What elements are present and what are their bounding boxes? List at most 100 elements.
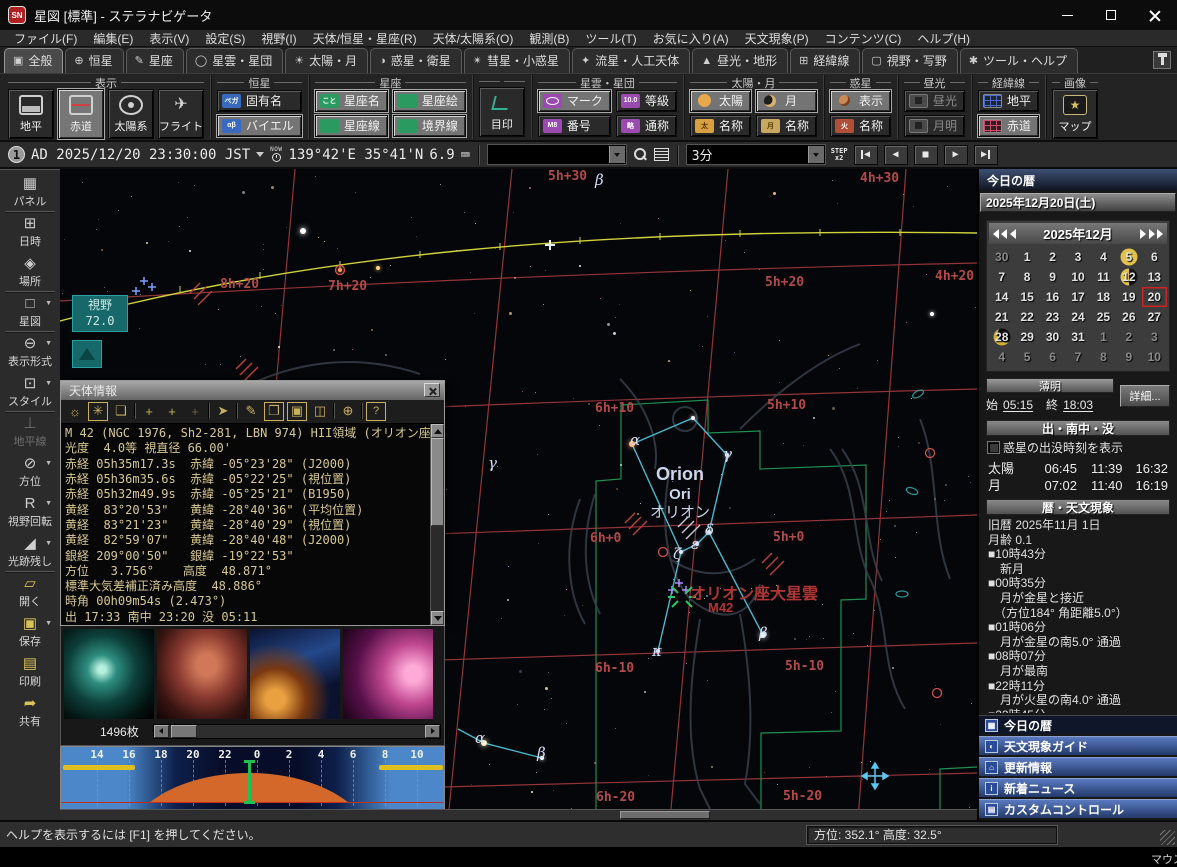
calendar-day[interactable]: 4 (1091, 247, 1116, 267)
tab-stars[interactable]: ⊕恒星 (65, 48, 123, 73)
sidebar-item-share[interactable]: ➦共有 (0, 692, 60, 732)
calendar-day[interactable]: 26 (1116, 307, 1141, 327)
equatorial-view-button[interactable]: 赤道 (58, 89, 104, 139)
calendar-day[interactable]: 30 (989, 247, 1014, 267)
calendar-day[interactable]: 7 (989, 267, 1014, 287)
tab-meteors-artificial[interactable]: ✦流星・人工天体 (572, 48, 690, 73)
sidebar-item-style[interactable]: ⊡▼スタイル (0, 372, 60, 412)
calendar-day[interactable]: 6 (1040, 347, 1065, 367)
multi-window-icon[interactable]: ❐ (264, 402, 284, 421)
calendar-day[interactable]: 30 (1040, 327, 1065, 347)
calendar-day[interactable]: 4 (989, 347, 1014, 367)
separator[interactable] (361, 403, 363, 419)
calendar-day[interactable]: 29 (1014, 327, 1039, 347)
nebula-common-name-button[interactable]: 略通称 (616, 115, 677, 137)
calendar-day[interactable]: 8 (1091, 347, 1116, 367)
info-window-titlebar[interactable]: 天体情報 (61, 381, 444, 400)
calendar-day[interactable]: 3 (1065, 247, 1090, 267)
calendar-day[interactable]: 22 (1014, 307, 1039, 327)
nebula-magnitude-button[interactable]: 10.0等級 (616, 90, 677, 112)
constellation-art-button[interactable]: 星座絵 (393, 90, 466, 112)
calendar-day[interactable]: 2 (1040, 247, 1065, 267)
calendar-day[interactable]: 18 (1091, 287, 1116, 307)
horizontal-grid-button[interactable]: 地平 (978, 90, 1039, 112)
checkbox[interactable] (988, 442, 999, 453)
nebula-thumbnail-2[interactable] (157, 629, 247, 719)
calendar-day[interactable]: 3 (1142, 327, 1167, 347)
calendar-day[interactable]: 13 (1142, 267, 1167, 287)
calendar-day[interactable]: 9 (1116, 347, 1141, 367)
telescope-slew-icon[interactable]: ➤ (213, 402, 233, 421)
time-step-dropdown-button[interactable] (808, 146, 824, 163)
proper-names-button[interactable]: ベガ固有名 (217, 90, 302, 112)
equatorial-grid-button[interactable]: 赤道 (978, 115, 1039, 137)
nebula-thumbnail-4[interactable] (343, 629, 433, 719)
scroll-thumb[interactable] (620, 811, 710, 819)
calendar-day[interactable]: 20 (1142, 287, 1167, 307)
sidebar-item-save[interactable]: ▣▼保存 (0, 612, 60, 652)
menu-item[interactable]: 天体/太陽系(O) (425, 30, 522, 47)
menu-item[interactable]: 天文現象(P) (737, 30, 817, 47)
coordinates-display[interactable]: 139°42'E 35°41'N (289, 147, 424, 163)
solar-system-view-button[interactable]: 太陽系 (108, 89, 154, 139)
star-map[interactable]: Orion Ori オリオン オリオン座大星雲 M42 視野72.0 天体情報 … (60, 169, 977, 820)
panel-tab-news[interactable]: i新着ニュース (979, 778, 1177, 797)
info-close-button[interactable] (424, 383, 440, 397)
search-input[interactable] (489, 147, 609, 162)
tab-planets-satellites[interactable]: ◑惑星・衛星 (370, 48, 462, 73)
calendar-day[interactable]: 9 (1040, 267, 1065, 287)
calendar-day[interactable]: 31 (1065, 327, 1090, 347)
now-button[interactable]: NOW (270, 147, 282, 162)
split-panel-icon[interactable]: ◫ (310, 402, 330, 421)
datetime-dropdown-icon[interactable] (256, 152, 264, 157)
separator[interactable] (134, 403, 136, 419)
calendar-day[interactable]: 15 (1014, 287, 1039, 307)
info-scrollbar[interactable] (430, 424, 444, 625)
calendar-day[interactable]: 12 (1116, 267, 1141, 287)
help-icon[interactable]: ? (366, 402, 386, 421)
menu-item[interactable]: 表示(V) (141, 30, 197, 47)
chart-mark-icon[interactable]: ✳ (88, 402, 108, 421)
crosshair-lock-icon[interactable]: + (162, 402, 182, 421)
separator[interactable] (333, 403, 335, 419)
menu-item[interactable]: ファイル(F) (6, 30, 85, 47)
scroll-right-button[interactable] (425, 725, 440, 738)
photometry-icon[interactable]: ☼ (65, 402, 85, 421)
sidebar-item-fov-rotation[interactable]: R▼視野回転 (0, 492, 60, 532)
sidebar-item-direction[interactable]: ⊘▼方位 (0, 452, 60, 492)
stop-button[interactable]: ■ (914, 145, 938, 165)
calendar-day[interactable]: 6 (1142, 247, 1167, 267)
sidebar-item-print[interactable]: ▤印刷 (0, 652, 60, 692)
skip-to-end-button[interactable]: ▶ (974, 145, 998, 165)
tab-comets-asteroids[interactable]: ✴彗星・小惑星 (464, 48, 570, 73)
calendar-day[interactable]: 24 (1065, 307, 1090, 327)
planets-display-button[interactable]: 表示 (830, 90, 891, 112)
resize-grip[interactable] (1160, 830, 1175, 845)
copy-info-icon[interactable]: ❑ (111, 402, 131, 421)
play-forward-button[interactable]: ▶ (944, 145, 968, 165)
sidebar-item-light-trails[interactable]: ◢▼光跡残し (0, 532, 60, 572)
sidebar-item-location[interactable]: ◈場所 (0, 252, 60, 292)
constellation-names-button[interactable]: こと星座名 (315, 90, 388, 112)
tab-grid-lines[interactable]: ⊞経緯線 (790, 48, 860, 73)
horizon-view-button[interactable]: 地平 (8, 89, 54, 139)
image-panel-icon[interactable]: ▣ (287, 402, 307, 421)
panel-tab-phenomena-guide[interactable]: ◐天文現象ガイド (979, 736, 1177, 755)
calendar-day[interactable]: 27 (1142, 307, 1167, 327)
current-time-marker[interactable] (248, 760, 251, 804)
sidebar-item-horizon[interactable]: ⊥地平線 (0, 412, 60, 452)
calendar-day[interactable]: 14 (989, 287, 1014, 307)
tab-fov-photo[interactable]: ▢視野・写野 (862, 48, 957, 73)
calendar-day[interactable]: 25 (1091, 307, 1116, 327)
menu-item[interactable]: 天体/恒星・星座(R) (305, 30, 425, 47)
next-month-button[interactable] (1140, 229, 1146, 239)
keyboard-icon[interactable]: ⌨ (461, 146, 470, 164)
calendar-day[interactable]: 28 (989, 327, 1014, 347)
twilight-end-time[interactable]: 18:03 (1063, 398, 1093, 412)
menu-item[interactable]: 編集(E) (85, 30, 141, 47)
tab-tools-help[interactable]: ✱ツール・ヘルプ (960, 48, 1078, 73)
calendar-day[interactable]: 10 (1142, 347, 1167, 367)
sun-button[interactable]: 太陽 (690, 90, 751, 112)
calendar-day[interactable]: 7 (1065, 347, 1090, 367)
sidebar-item-panel[interactable]: ▦パネル (0, 172, 60, 212)
